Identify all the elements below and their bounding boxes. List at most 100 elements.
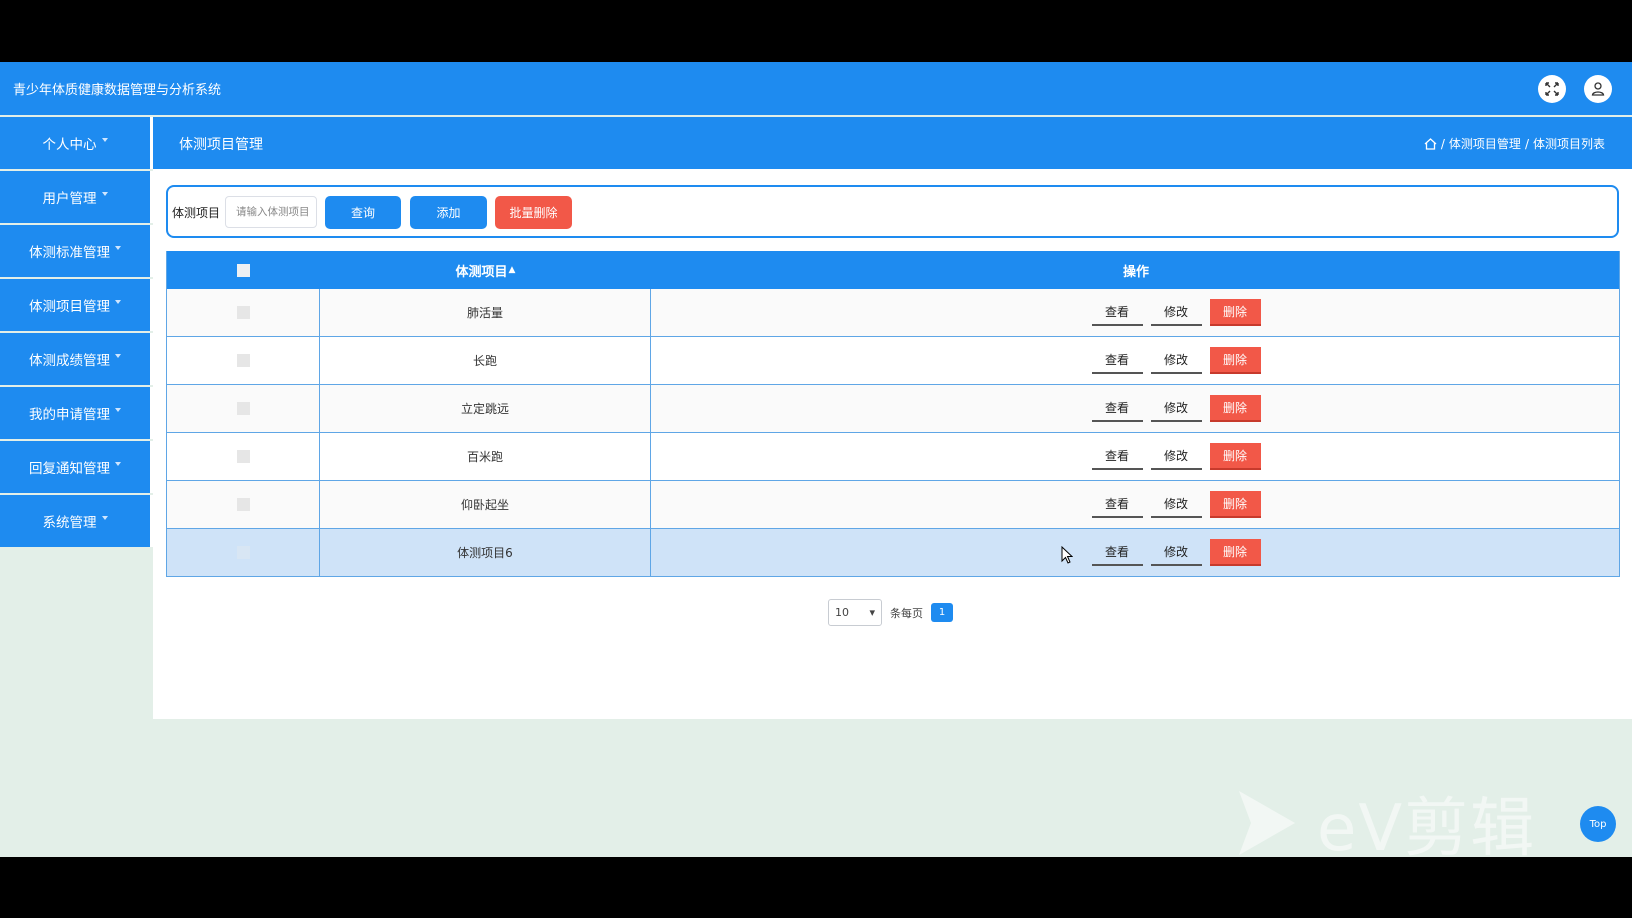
page-button-current[interactable]: 1 — [931, 603, 953, 622]
top-header: 青少年体质健康数据管理与分析系统 — [0, 62, 1632, 115]
fullscreen-icon[interactable] — [1538, 75, 1566, 103]
home-icon[interactable] — [1424, 137, 1437, 150]
sidebar-item-personal-center[interactable]: 个人中心 — [0, 117, 153, 169]
batch-delete-button[interactable]: 批量删除 — [495, 196, 572, 229]
sidebar-item-my-application[interactable]: 我的申请管理 — [0, 387, 153, 439]
sidebar-item-label: 系统管理 — [42, 515, 97, 531]
fullscreen-icon-glyph — [1545, 82, 1559, 96]
sidebar-item-user-management[interactable]: 用户管理 — [0, 171, 153, 223]
delete-button[interactable]: 删除 — [1209, 347, 1261, 374]
column-header-label: 操作 — [1122, 264, 1149, 280]
sidebar-item-test-standard[interactable]: 体测标准管理 — [0, 225, 153, 277]
column-header-label: 体测项目 — [455, 264, 508, 280]
table-row: 立定跳远 查看 修改 删除 — [166, 385, 1620, 433]
watermark: eV剪辑 — [1235, 777, 1536, 857]
app-title: 青少年体质健康数据管理与分析系统 — [13, 83, 222, 98]
column-header-name[interactable]: 体测项目 ▲︎ — [320, 251, 651, 289]
sidebar-item-label: 我的申请管理 — [29, 407, 110, 423]
column-header-actions: 操作 — [651, 251, 1621, 289]
delete-button[interactable]: 删除 — [1209, 539, 1261, 566]
sidebar-item-label: 个人中心 — [42, 137, 97, 153]
breadcrumb-item-test-item-list: 体测项目列表 — [1532, 137, 1605, 151]
select-all-checkbox[interactable] — [237, 263, 250, 277]
actions-cell: 查看 修改 删除 — [651, 481, 1621, 528]
caret-down-icon — [101, 192, 108, 196]
edit-button[interactable]: 修改 — [1150, 443, 1202, 470]
edit-button[interactable]: 修改 — [1150, 539, 1202, 566]
view-button[interactable]: 查看 — [1091, 539, 1143, 566]
row-select-cell — [167, 385, 320, 432]
item-name-cell: 体测项目6 — [320, 529, 651, 576]
row-checkbox[interactable] — [236, 450, 250, 463]
row-actions: 查看 修改 删除 — [1091, 395, 1261, 422]
sort-icon[interactable]: ▲︎ — [509, 265, 516, 275]
edit-button[interactable]: 修改 — [1150, 395, 1202, 422]
view-button[interactable]: 查看 — [1091, 491, 1143, 518]
sidebar-item-test-score[interactable]: 体测成绩管理 — [0, 333, 153, 385]
page-size-select[interactable]: 10 ▾ — [828, 599, 882, 626]
row-checkbox[interactable] — [236, 498, 250, 511]
view-button[interactable]: 查看 — [1091, 347, 1143, 374]
sidebar-item-label: 回复通知管理 — [29, 461, 110, 477]
row-select-cell — [167, 433, 320, 480]
user-icon[interactable] — [1584, 75, 1612, 103]
delete-button[interactable]: 删除 — [1209, 443, 1261, 470]
sidebar-item-system[interactable]: 系统管理 — [0, 495, 153, 547]
caret-down-icon — [101, 516, 108, 520]
search-form: 体测项目 查询 添加 批量删除 — [166, 185, 1619, 238]
delete-button[interactable]: 删除 — [1209, 299, 1261, 326]
back-to-top-button[interactable]: Top — [1580, 806, 1616, 842]
delete-button[interactable]: 删除 — [1209, 395, 1261, 422]
table-row: 肺活量 查看 修改 删除 — [166, 289, 1620, 337]
page-header-bar: 体测项目管理 / 体测项目管理 / 体测项目列表 — [153, 117, 1632, 169]
mouse-cursor-icon — [1061, 546, 1073, 564]
sidebar-item-reply-notice[interactable]: 回复通知管理 — [0, 441, 153, 493]
row-checkbox[interactable] — [236, 354, 250, 367]
delete-button[interactable]: 删除 — [1209, 491, 1261, 518]
row-actions: 查看 修改 删除 — [1091, 299, 1261, 326]
edit-button[interactable]: 修改 — [1150, 299, 1202, 326]
table-row: 百米跑 查看 修改 删除 — [166, 433, 1620, 481]
edit-button[interactable]: 修改 — [1150, 491, 1202, 518]
row-select-cell — [167, 289, 320, 336]
row-checkbox[interactable] — [236, 546, 250, 559]
item-name-cell: 立定跳远 — [320, 385, 651, 432]
actions-cell: 查看 修改 删除 — [651, 385, 1621, 432]
actions-cell: 查看 修改 删除 — [651, 289, 1621, 336]
row-select-cell — [167, 529, 320, 576]
pagination: 10 ▾ 条每页 1 — [828, 599, 953, 626]
actions-cell: 查看 修改 删除 — [651, 337, 1621, 384]
row-select-cell — [167, 481, 320, 528]
breadcrumb-separator: / — [1440, 136, 1445, 151]
row-actions: 查看 修改 删除 — [1091, 491, 1261, 518]
item-name-cell: 长跑 — [320, 337, 651, 384]
view-button[interactable]: 查看 — [1091, 443, 1143, 470]
per-page-label: 条每页 — [890, 606, 923, 620]
item-name-cell: 肺活量 — [320, 289, 651, 336]
actions-cell: 查看 修改 删除 — [651, 433, 1621, 480]
caret-down-icon — [115, 300, 121, 304]
item-name-cell: 仰卧起坐 — [320, 481, 651, 528]
sidebar-item-test-item[interactable]: 体测项目管理 — [0, 279, 153, 331]
row-checkbox[interactable] — [236, 402, 250, 415]
row-actions: 查看 修改 删除 — [1091, 539, 1261, 566]
play-logo-icon — [1239, 791, 1295, 855]
breadcrumb-item-test-item-management[interactable]: 体测项目管理 — [1449, 135, 1521, 152]
actions-cell: 查看 修改 删除 — [651, 529, 1621, 576]
view-button[interactable]: 查看 — [1091, 299, 1143, 326]
user-icon-glyph — [1591, 82, 1605, 96]
sidebar-item-label: 体测标准管理 — [29, 245, 110, 261]
watermark-text: eV剪辑 — [1317, 792, 1537, 857]
query-button[interactable]: 查询 — [325, 196, 401, 229]
add-button[interactable]: 添加 — [410, 196, 487, 229]
sidebar-item-label: 体测项目管理 — [29, 299, 110, 315]
edit-button[interactable]: 修改 — [1150, 347, 1202, 374]
search-label: 体测项目 — [172, 206, 221, 220]
view-button[interactable]: 查看 — [1091, 395, 1143, 422]
item-name-cell: 百米跑 — [320, 433, 651, 480]
sidebar-item-label: 体测成绩管理 — [29, 353, 110, 369]
row-checkbox[interactable] — [236, 306, 250, 319]
caret-down-icon — [115, 462, 121, 466]
table-row: 仰卧起坐 查看 修改 删除 — [166, 481, 1620, 529]
search-input[interactable] — [225, 196, 317, 228]
